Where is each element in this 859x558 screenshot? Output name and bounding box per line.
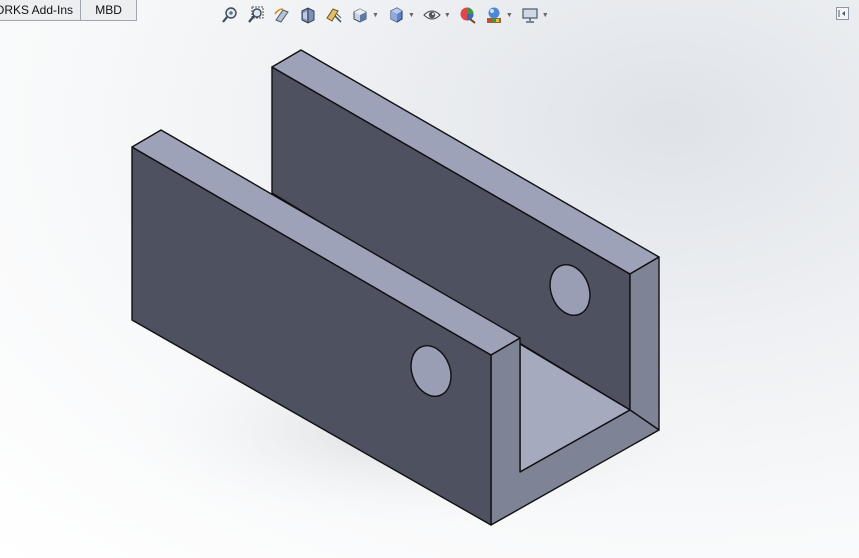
right-end-outer-face [629, 256, 660, 431]
model-viewport[interactable] [0, 0, 859, 558]
